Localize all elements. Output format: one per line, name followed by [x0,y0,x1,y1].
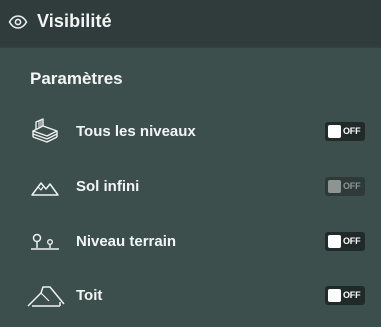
section-title: Paramètres [30,69,123,88]
setting-label: Sol infini [76,178,140,195]
roof-toggle[interactable]: OFF [325,286,365,305]
layers-icon [32,118,58,143]
all-levels-toggle[interactable]: OFF [325,122,365,141]
panel-title: Visibilité [37,11,112,31]
setting-label: Toit [76,287,103,304]
toggle-knob [328,180,341,193]
setting-row-roof: Toit OFF [0,279,381,313]
terrain-level-icon [31,233,59,250]
terrain-level-toggle[interactable]: OFF [325,232,365,251]
setting-row-terrain-level: Niveau terrain OFF [0,225,381,259]
infinite-ground-toggle[interactable]: OFF [325,177,365,196]
setting-label: Niveau terrain [76,233,177,250]
toggle-state: OFF [343,126,361,136]
toggle-knob [328,125,341,138]
toggle-knob [328,289,341,302]
setting-row-all-levels: Tous les niveaux OFF [0,115,381,149]
eye-icon [8,15,28,29]
panel-header[interactable]: Visibilité [0,0,381,47]
toggle-state: OFF [343,236,361,246]
toggle-state: OFF [343,181,361,191]
toggle-state: OFF [343,290,361,300]
toggle-knob [328,235,341,248]
mountains-icon [31,182,59,196]
setting-label: Tous les niveaux [76,123,196,140]
roof-icon [27,286,65,307]
setting-row-infinite-ground: Sol infini OFF [0,170,381,204]
visibility-panel: Visibilité Paramètres Tous les niveaux O… [0,0,381,327]
